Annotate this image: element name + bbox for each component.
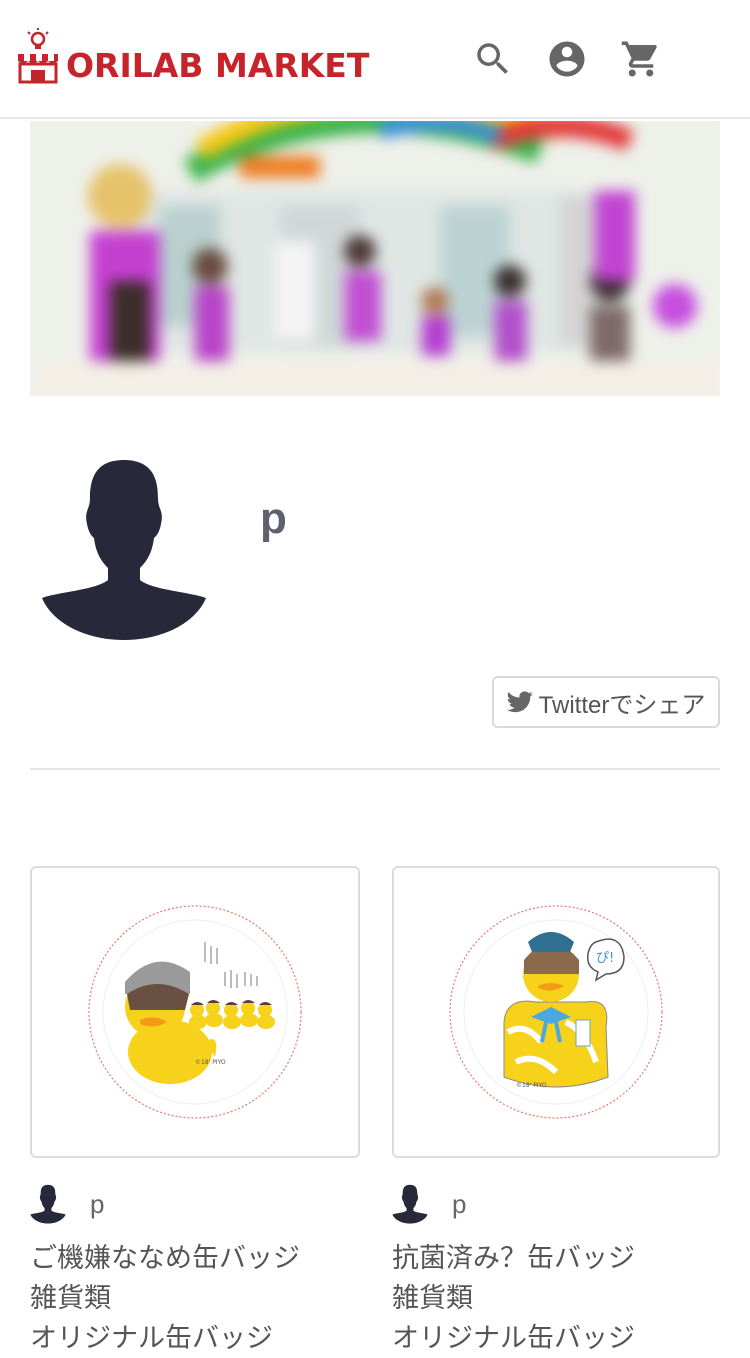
twitter-share-button[interactable]: Twitterでシェア	[492, 676, 720, 728]
product-image[interactable]: ©18' PIYO	[30, 866, 360, 1158]
can-badge-image: ぴ! ©18' PIYO	[449, 905, 663, 1119]
profile-avatar	[42, 460, 206, 640]
twitter-icon	[506, 691, 533, 713]
svg-text:ぴ!: ぴ!	[596, 951, 614, 966]
seller-name[interactable]: p	[90, 1189, 104, 1220]
svg-text:©18' PIYO: ©18' PIYO	[516, 1082, 547, 1089]
product-category: 雑貨類	[392, 1283, 473, 1313]
cart-icon[interactable]	[620, 38, 662, 80]
product-card[interactable]: ぴ! ©18' PIYO p 抗菌済み？缶バッジ 雑貨類 オリジナル缶バッジ	[392, 866, 720, 1358]
seller-name[interactable]: p	[452, 1189, 466, 1220]
product-title[interactable]: 抗菌済み？缶バッジ	[392, 1238, 720, 1278]
search-icon[interactable]	[472, 38, 514, 80]
account-icon[interactable]	[546, 38, 588, 80]
share-label: Twitterでシェア	[538, 691, 706, 719]
logo-text: ORILAB MARKET	[66, 46, 370, 85]
profile-name: p	[260, 494, 287, 543]
shop-logo-icon	[18, 28, 58, 84]
can-badge-image: ©18' PIYO	[88, 905, 302, 1119]
product-subcategory: オリジナル缶バッジ	[30, 1323, 273, 1353]
section-divider	[30, 768, 720, 770]
product-subcategory: オリジナル缶バッジ	[392, 1323, 635, 1353]
product-image[interactable]: ぴ! ©18' PIYO	[392, 866, 720, 1158]
seller-avatar-icon	[392, 1184, 428, 1224]
product-title[interactable]: ご機嫌ななめ缶バッジ	[30, 1238, 360, 1278]
seller-avatar-icon	[30, 1184, 66, 1224]
site-header: ORILAB MARKET	[0, 0, 750, 119]
product-category: 雑貨類	[30, 1283, 111, 1313]
profile-banner-image	[30, 121, 720, 396]
site-logo[interactable]: ORILAB MARKET	[16, 26, 369, 84]
product-card[interactable]: ©18' PIYO p ご機嫌ななめ缶バッジ 雑貨類 オリジナル缶バッジ	[30, 866, 360, 1358]
svg-text:©18' PIYO: ©18' PIYO	[195, 1059, 226, 1066]
